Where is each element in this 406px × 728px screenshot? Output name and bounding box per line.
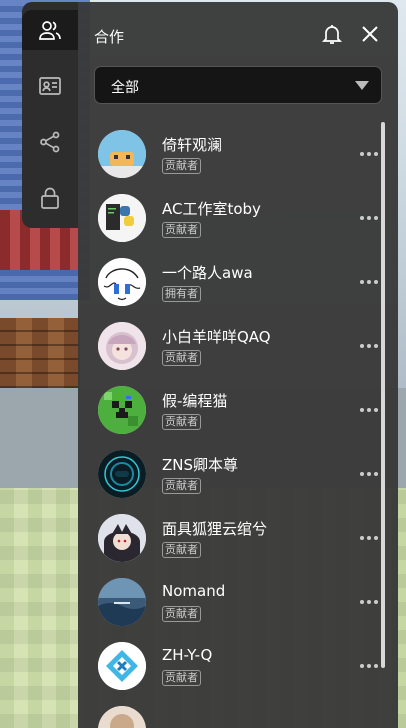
- role-badge: 贡献者: [162, 606, 201, 622]
- cat-avatar: [98, 130, 146, 178]
- list-item[interactable]: Nomand 贡献者: [78, 570, 378, 634]
- profile-card-tab[interactable]: [22, 66, 78, 106]
- bell-icon: [321, 25, 343, 44]
- sketch-character-avatar: [98, 258, 146, 306]
- users-icon: [39, 21, 61, 40]
- member-name: AC工作室toby: [162, 200, 261, 218]
- member-name: 面具狐狸云绾兮: [162, 520, 268, 538]
- list-item[interactable]: ZH-Y-Q 贡献者: [78, 634, 378, 698]
- role-badge: 贡献者: [162, 414, 201, 430]
- filter-selected-value: 全部: [111, 80, 139, 96]
- role-badge: 贡献者: [162, 350, 201, 366]
- member-name: ZH-Y-Q: [162, 646, 213, 664]
- role-badge: 拥有者: [162, 286, 201, 302]
- member-name: 小白羊咩咩QAQ: [162, 328, 271, 346]
- more-options-button[interactable]: [360, 400, 378, 420]
- role-badge: 贡献者: [162, 542, 201, 558]
- more-options-button[interactable]: [360, 144, 378, 164]
- lock-icon: [41, 187, 59, 209]
- list-item[interactable]: 一个路人awa 拥有者: [78, 250, 378, 314]
- more-options-button[interactable]: [360, 464, 378, 484]
- member-list: 倚轩观澜 贡献者 AC工作室toby 贡献者 一个路人awa 拥有者 小白羊咩咩…: [78, 122, 398, 728]
- blue-logo-avatar: [98, 642, 146, 690]
- close-button[interactable]: [356, 20, 384, 48]
- more-options-button[interactable]: [360, 208, 378, 228]
- list-item[interactable]: 倚轩观澜 贡献者: [78, 122, 378, 186]
- member-name: 倚轩观澜: [162, 136, 223, 154]
- notification-button[interactable]: [318, 20, 346, 48]
- list-item[interactable]: 面具狐狸云绾兮 贡献者: [78, 506, 378, 570]
- ocean-avatar: [98, 578, 146, 626]
- tech-circle-avatar: [98, 450, 146, 498]
- collaboration-panel: 合作 全部 倚轩观澜 贡献者 AC工作室toby 贡献者 一个路人awa 拥有者…: [78, 2, 398, 728]
- list-item[interactable]: 小白羊咩咩QAQ 贡献者: [78, 314, 378, 378]
- creeper-avatar: [98, 386, 146, 434]
- list-item[interactable]: ZNS卿本尊 贡献者: [78, 442, 378, 506]
- python-logo-avatar: [98, 194, 146, 242]
- panel-title: 合作: [94, 28, 125, 46]
- member-name: Nomand: [162, 582, 226, 600]
- more-options-button[interactable]: [360, 528, 378, 548]
- member-name: ZNS卿本尊: [162, 456, 239, 474]
- scrollbar[interactable]: [381, 122, 385, 668]
- wood-blocks: [0, 318, 80, 388]
- more-options-button[interactable]: [360, 272, 378, 292]
- role-badge: 贡献者: [162, 670, 201, 686]
- more-options-button[interactable]: [360, 336, 378, 356]
- close-icon: [362, 26, 378, 42]
- member-name: 一个路人awa: [162, 264, 253, 282]
- anime-fox-avatar: [98, 514, 146, 562]
- side-tab-bar: [22, 2, 78, 228]
- list-item[interactable]: AC工作室toby 贡献者: [78, 186, 378, 250]
- share-tab[interactable]: [22, 122, 78, 162]
- role-badge: 贡献者: [162, 222, 201, 238]
- lock-tab[interactable]: [22, 178, 78, 218]
- collaborators-tab[interactable]: [22, 10, 78, 50]
- role-badge: 贡献者: [162, 158, 201, 174]
- more-options-button[interactable]: [360, 656, 378, 676]
- filter-dropdown[interactable]: 全部: [94, 66, 382, 104]
- dropdown-arrow-icon: [355, 81, 369, 90]
- role-badge: 贡献者: [162, 478, 201, 494]
- list-item[interactable]: [78, 698, 378, 728]
- share-icon: [40, 131, 60, 153]
- anime-girl-avatar: [98, 322, 146, 370]
- id-card-icon: [39, 77, 61, 95]
- more-options-button[interactable]: [360, 592, 378, 612]
- member-name: 假-编程猫: [162, 392, 228, 410]
- list-item[interactable]: 假-编程猫 贡献者: [78, 378, 378, 442]
- partial-avatar: [98, 706, 146, 728]
